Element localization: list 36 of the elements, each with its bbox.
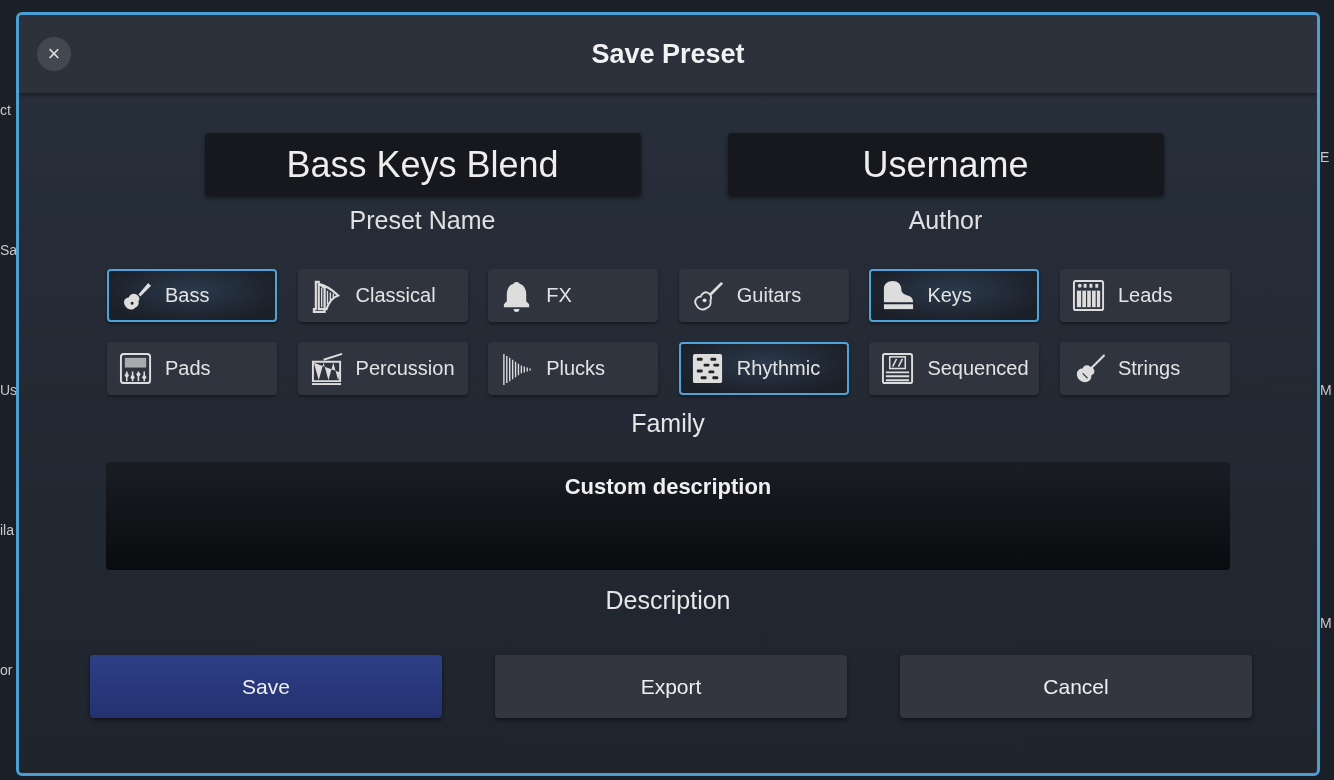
family-button[interactable]: FX xyxy=(488,269,659,322)
background-text: ila xyxy=(0,522,15,538)
dialog-button[interactable]: Export xyxy=(495,655,847,718)
family-label: Family xyxy=(630,409,706,438)
family-button[interactable]: Pads xyxy=(107,342,277,395)
description-field[interactable]: Custom description xyxy=(106,462,1230,570)
field-label: Author xyxy=(908,206,983,235)
description-label: Description xyxy=(604,586,732,615)
family-button[interactable]: Classical xyxy=(297,269,468,322)
background-text: M xyxy=(1320,615,1332,632)
family-button[interactable]: Percussion xyxy=(297,342,468,395)
background-text: ct xyxy=(0,102,12,118)
background-text: M xyxy=(1320,382,1332,398)
family-button[interactable]: Sequenced xyxy=(869,342,1040,395)
drum-icon xyxy=(309,351,344,386)
family-button[interactable]: Rhythmic xyxy=(678,342,849,395)
family-button[interactable]: Leads xyxy=(1059,269,1230,322)
background-text: or xyxy=(0,662,14,678)
dialog-button[interactable]: Save xyxy=(90,655,442,718)
family-button[interactable]: Guitars xyxy=(678,269,849,322)
text-field[interactable]: Bass Keys Blend xyxy=(204,133,641,196)
mixer-icon xyxy=(119,351,153,386)
field-label: Preset Name xyxy=(349,206,496,235)
family-button[interactable]: Bass xyxy=(107,269,277,322)
close-button[interactable]: × xyxy=(37,37,71,71)
text-field[interactable]: Username xyxy=(727,133,1164,196)
sequencer-icon xyxy=(881,351,916,386)
background-text: E xyxy=(1320,148,1330,165)
dot-pattern-icon xyxy=(690,351,725,386)
synth-keyboard-icon xyxy=(1071,278,1106,313)
dialog-button[interactable]: Cancel xyxy=(900,655,1252,718)
family-button[interactable]: Plucks xyxy=(488,342,659,395)
dialog-title: Save Preset xyxy=(591,38,745,70)
background-text: Us xyxy=(0,382,16,398)
family-button[interactable]: Keys xyxy=(869,269,1040,322)
family-button[interactable]: Strings xyxy=(1059,342,1230,395)
